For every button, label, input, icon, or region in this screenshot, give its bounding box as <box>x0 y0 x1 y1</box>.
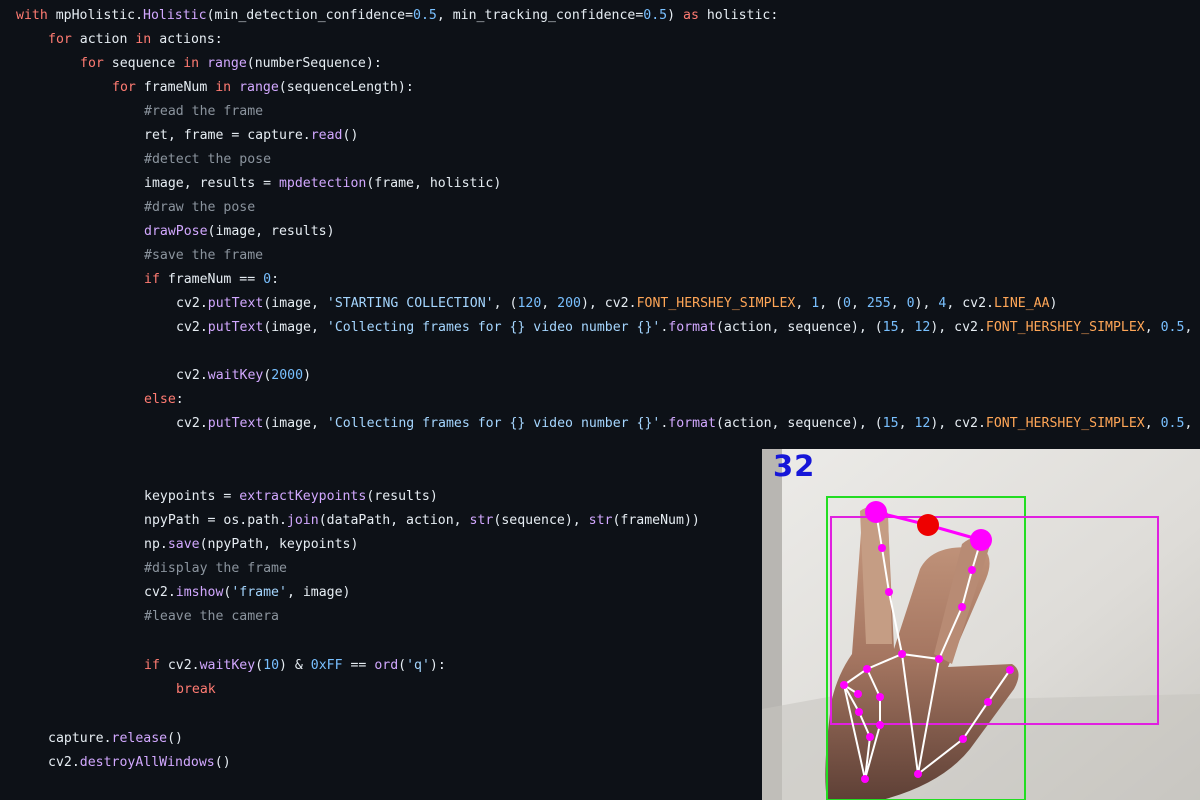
code-line-27: cv2.destroyAllWindows() <box>48 755 231 770</box>
index-fingertip-marker <box>865 501 887 523</box>
code-comment-draw: #draw the pose <box>144 200 256 215</box>
frame-counter-label: 32 <box>773 449 816 483</box>
code-line-18: keypoints = extractKeypoints(results) <box>144 489 438 504</box>
code-line-24: if cv2.waitKey(10) & 0xFF == ord('q'): <box>144 658 446 673</box>
code-line-1: with mpHolistic.Holistic(min_detection_c… <box>16 8 779 23</box>
code-comment-leave: #leave the camera <box>144 609 279 624</box>
code-line-26: capture.release() <box>48 731 183 746</box>
code-line-15: cv2.waitKey(2000) <box>176 368 312 383</box>
code-line-10: drawPose(image, results) <box>144 224 335 239</box>
code-line-6: ret, frame = capture.read() <box>144 128 359 143</box>
code-comment-display: #display the frame <box>144 561 287 576</box>
code-line-25: break <box>176 682 216 697</box>
hand-landmark-overlay <box>762 449 1200 800</box>
code-comment-read: #read the frame <box>144 104 264 119</box>
code-line-19: npyPath = os.path.join(dataPath, action,… <box>144 513 700 528</box>
code-line-16: else: <box>144 392 184 407</box>
code-line-2: for action in actions: <box>48 32 223 47</box>
code-line-13: cv2.putText(image, 'STARTING COLLECTION'… <box>176 296 1058 311</box>
code-comment-save: #save the frame <box>144 248 264 263</box>
camera-frame-window: 32 <box>762 449 1200 800</box>
code-line-20: np.save(npyPath, keypoints) <box>144 537 359 552</box>
code-line-4: for frameNum in range(sequenceLength): <box>112 80 414 95</box>
code-line-14: cv2.putText(image, 'Collecting frames fo… <box>176 320 1193 335</box>
code-line-22: cv2.imshow('frame', image) <box>144 585 351 600</box>
code-line-3: for sequence in range(numberSequence): <box>80 56 382 71</box>
code-line-12: if frameNum == 0: <box>144 272 280 287</box>
middle-fingertip-marker <box>970 529 992 551</box>
code-line-17: cv2.putText(image, 'Collecting frames fo… <box>176 416 1193 431</box>
code-line-8: image, results = mpdetection(frame, holi… <box>144 176 502 191</box>
fingertip-midpoint-marker <box>917 514 939 536</box>
code-comment-detect: #detect the pose <box>144 152 272 167</box>
